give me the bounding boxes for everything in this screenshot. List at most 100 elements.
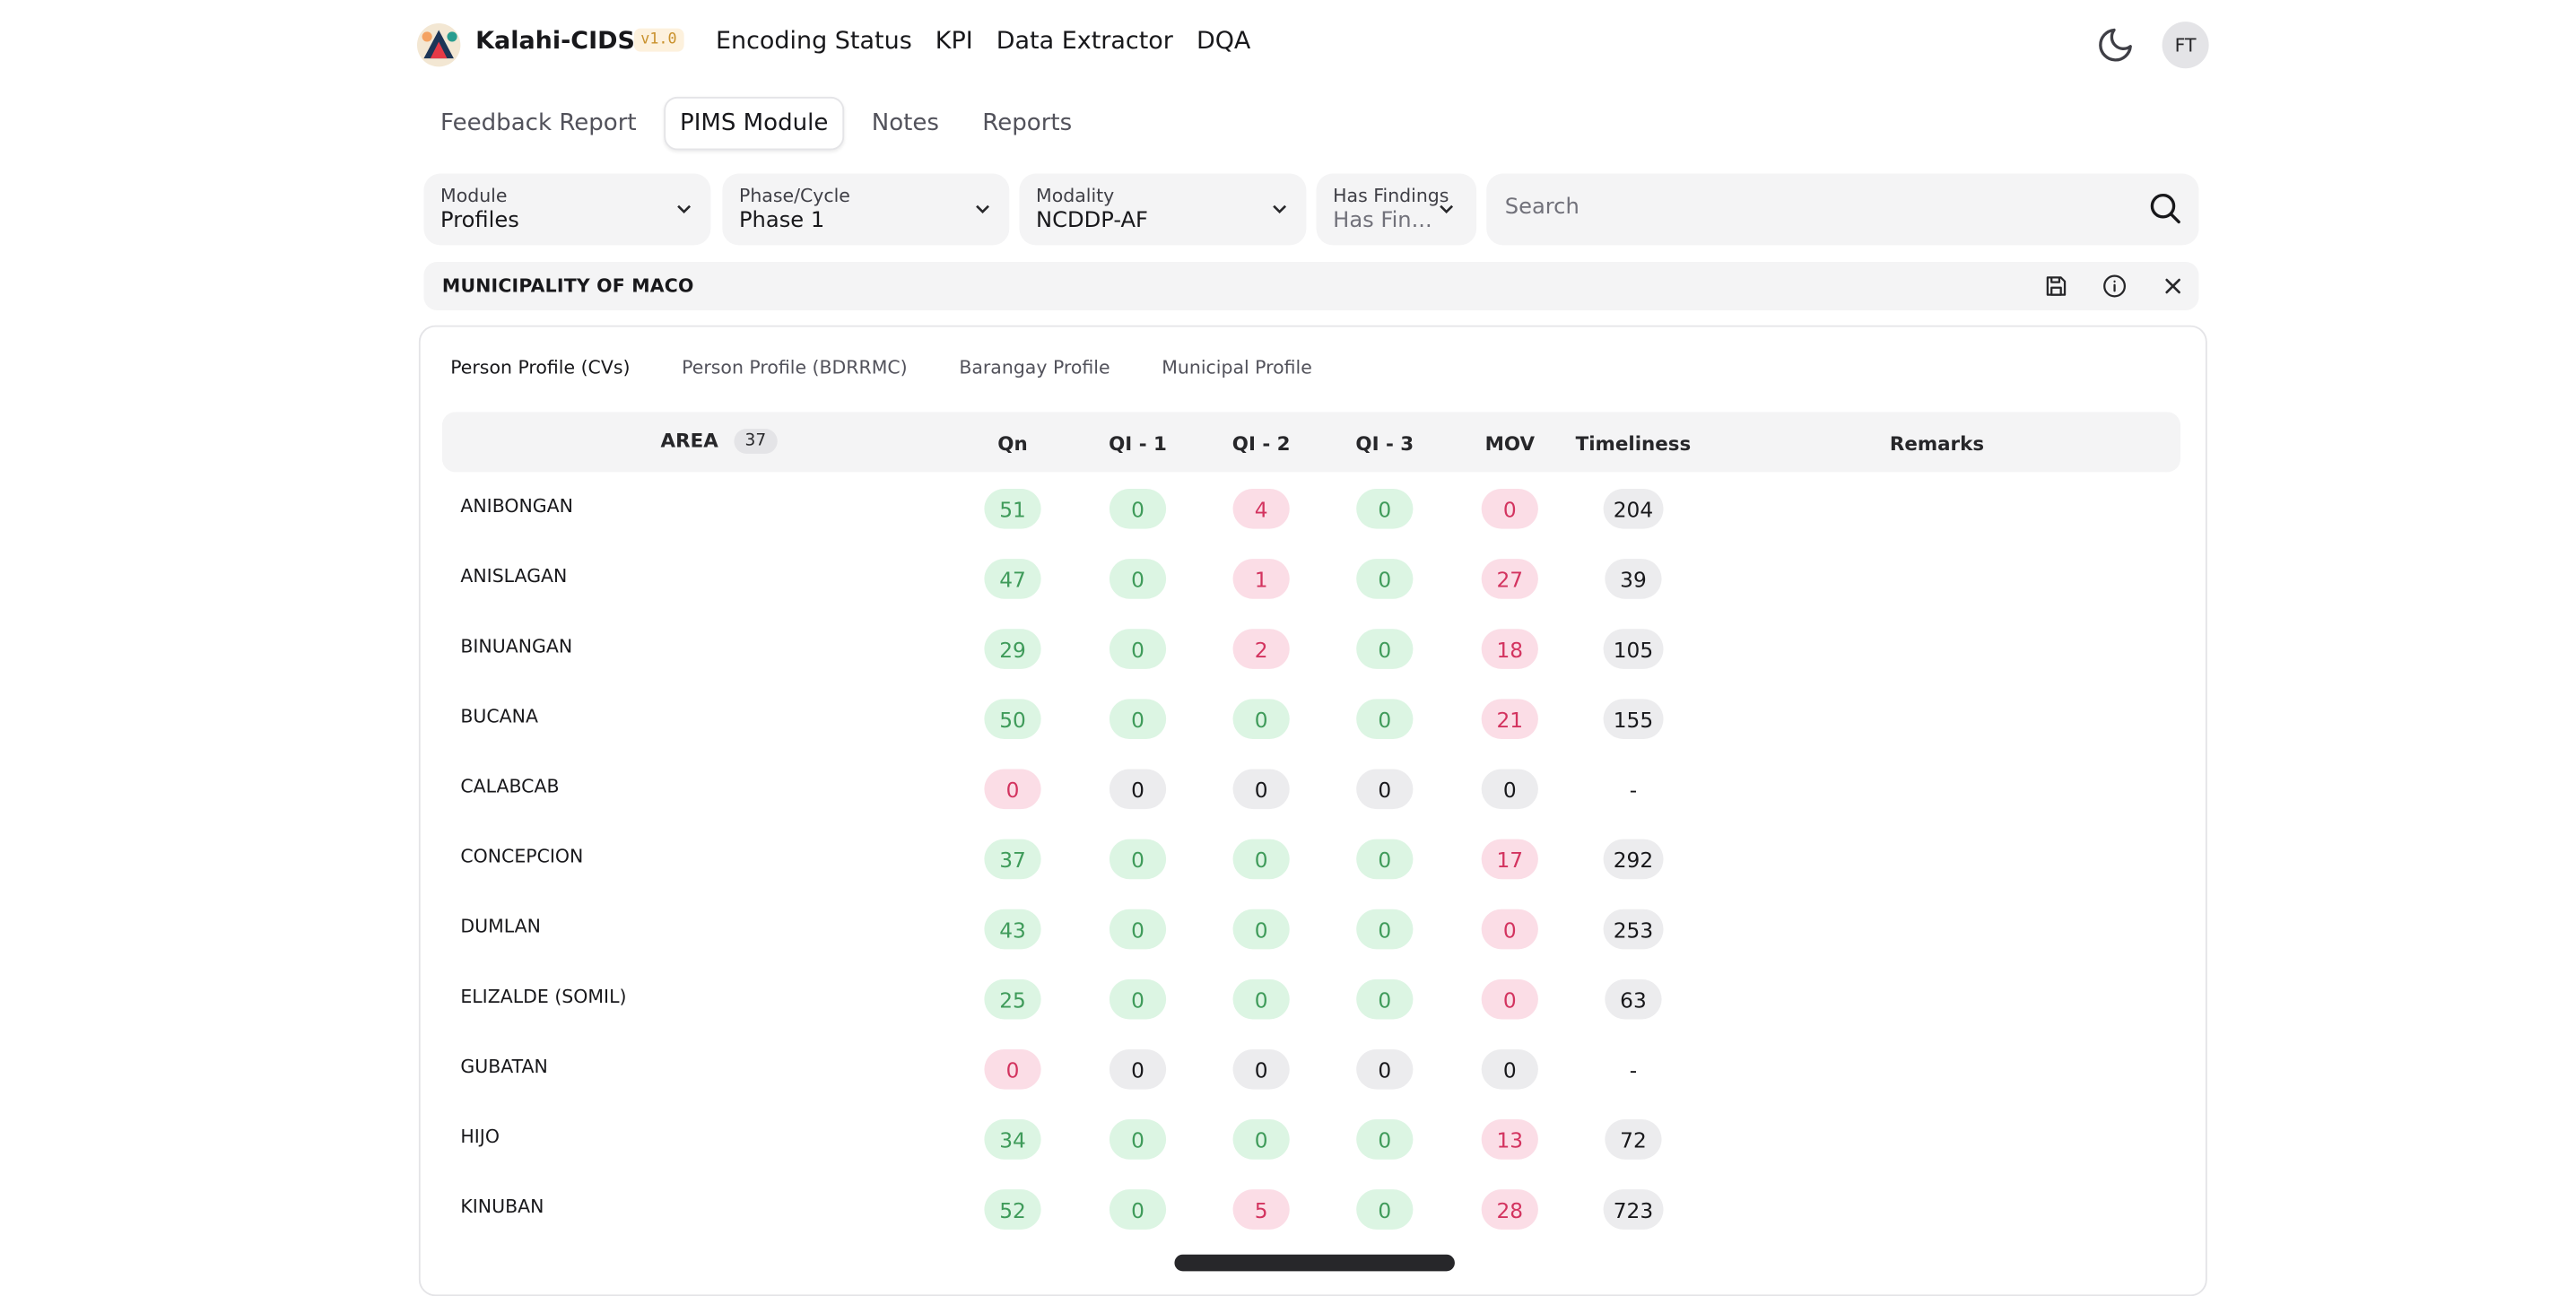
tab-barangay-profile[interactable]: Barangay Profile (959, 357, 1110, 378)
row-area-name: ANIBONGAN (460, 495, 573, 518)
cell-qi3-badge: 0 (1356, 1048, 1414, 1090)
moon-icon[interactable] (2095, 25, 2136, 65)
table-row[interactable]: KINUBAN 52 0 5 0 28 723 (442, 1173, 2180, 1243)
col-qi2[interactable]: QI - 2 (1232, 432, 1291, 456)
col-mov[interactable]: MOV (1485, 432, 1535, 456)
modality-select-value: NCDDP-AF (1036, 208, 1148, 234)
cell-qn-badge: 43 (984, 909, 1041, 950)
chevron-down-icon (677, 204, 692, 214)
cell-timeliness-badge: 105 (1603, 629, 1664, 669)
cell-mov-badge: 13 (1481, 1119, 1538, 1160)
cell-mov-badge: 0 (1481, 979, 1538, 1020)
col-area[interactable]: AREA 37 (661, 429, 779, 454)
search-placeholder: Search (1504, 195, 1580, 221)
row-area-name: BINUANGAN (460, 635, 573, 657)
tab-person-profile-bdrrmc[interactable]: Person Profile (BDRRMC) (682, 357, 908, 378)
top-navbar: Kalahi-CIDSS v1.0 Encoding Status KPI Da… (413, 20, 2215, 70)
tab-person-profile-cvs[interactable]: Person Profile (CVs) (450, 357, 630, 378)
search-input[interactable]: Search (1486, 173, 2199, 246)
table-row[interactable]: BINUANGAN 29 0 2 0 18 105 (442, 613, 2180, 683)
profile-tabs: Person Profile (CVs) Person Profile (BDR… (450, 357, 1363, 378)
user-avatar[interactable]: FT (2162, 22, 2209, 69)
cell-qi1-badge: 0 (1109, 769, 1167, 810)
version-badge: v1.0 (633, 28, 684, 52)
cell-qi1-badge: 0 (1109, 488, 1167, 529)
phase-select[interactable]: Phase/Cycle Phase 1 (722, 173, 1010, 246)
main-nav: Encoding Status KPI Data Extractor DQA (716, 29, 1250, 56)
cell-timeliness-badge: - (1629, 1057, 1638, 1083)
cell-qn-badge: 50 (984, 699, 1041, 739)
table-row[interactable]: CONCEPCION 37 0 0 0 17 292 (442, 822, 2180, 892)
nav-data-extractor[interactable]: Data Extractor (996, 29, 1173, 56)
brand-name[interactable]: Kalahi-CIDSS (475, 29, 651, 56)
row-area-name: HIJO (460, 1126, 500, 1148)
save-icon[interactable] (2044, 274, 2069, 299)
module-select[interactable]: Module Profiles (423, 173, 711, 246)
cell-qn-badge: 52 (984, 1189, 1041, 1230)
nav-dqa[interactable]: DQA (1197, 29, 1250, 56)
cell-timeliness-badge: 39 (1605, 559, 1662, 599)
cell-qn-badge: 34 (984, 1119, 1041, 1160)
cell-qi1-badge: 0 (1109, 909, 1167, 950)
cell-qi1-badge: 0 (1109, 1189, 1167, 1230)
tab-municipal-profile[interactable]: Municipal Profile (1162, 357, 1312, 378)
col-qi1[interactable]: QI - 1 (1109, 432, 1167, 456)
cell-qi2-badge: 0 (1232, 1119, 1290, 1160)
tab-feedback-report[interactable]: Feedback Report (423, 97, 653, 151)
cell-qn-badge: 0 (984, 1048, 1041, 1090)
table-row[interactable]: DUMLAN 43 0 0 0 0 253 (442, 892, 2180, 962)
table-row[interactable]: HIJO 34 0 0 0 13 72 (442, 1102, 2180, 1172)
table-row[interactable]: BUCANA 50 0 0 0 21 155 (442, 683, 2180, 752)
tab-notes[interactable]: Notes (855, 97, 955, 151)
cell-timeliness-badge: 723 (1603, 1189, 1664, 1230)
cell-qn-badge: 25 (984, 979, 1041, 1020)
row-area-name: CONCEPCION (460, 846, 584, 868)
cell-mov-badge: 0 (1481, 1048, 1538, 1090)
table-row[interactable]: CALABCAB 0 0 0 0 0 - (442, 752, 2180, 822)
floating-toolbar[interactable] (1174, 1254, 1455, 1272)
tab-pims-module[interactable]: PIMS Module (663, 96, 845, 151)
kalahi-logo-icon[interactable] (413, 22, 464, 68)
col-timeliness[interactable]: Timeliness (1576, 432, 1692, 456)
row-area-name: CALABCAB (460, 775, 560, 798)
cell-qi3-badge: 0 (1356, 1119, 1414, 1160)
cell-qi2-badge: 0 (1232, 699, 1290, 739)
table-row[interactable]: ELIZALDE (SOMIL) 25 0 0 0 0 63 (442, 962, 2180, 1032)
cell-qi3-badge: 0 (1356, 1189, 1414, 1230)
cell-qi2-badge: 0 (1232, 1048, 1290, 1090)
info-icon[interactable] (2102, 274, 2128, 299)
table-row[interactable]: ANISLAGAN 47 0 1 0 27 39 (442, 543, 2180, 613)
table-header: AREA 37 Qn QI - 1 QI - 2 QI - 3 MOV Timel… (441, 412, 2181, 473)
search-icon[interactable] (2149, 192, 2182, 225)
col-qn[interactable]: Qn (997, 432, 1027, 456)
cell-timeliness-badge: - (1629, 776, 1638, 802)
modality-select[interactable]: Modality NCDDP-AF (1019, 173, 1307, 246)
cell-qi2-badge: 2 (1232, 629, 1290, 669)
cell-qi2-badge: 0 (1232, 839, 1290, 880)
nav-kpi[interactable]: KPI (936, 29, 973, 56)
findings-select[interactable]: Has Findings Has Fin... (1316, 173, 1477, 246)
cell-timeliness-badge: 72 (1605, 1119, 1662, 1160)
table-row[interactable]: GUBATAN 0 0 0 0 0 - (442, 1032, 2180, 1102)
phase-select-label: Phase/Cycle (738, 185, 850, 207)
area-count-badge: 37 (733, 429, 779, 454)
tab-reports[interactable]: Reports (966, 97, 1089, 151)
table-row[interactable]: ANIBONGAN 51 0 4 0 0 204 (442, 472, 2180, 542)
cell-qn-badge: 29 (984, 629, 1041, 669)
cell-mov-badge: 27 (1481, 559, 1538, 599)
col-remarks[interactable]: Remarks (1890, 432, 1984, 456)
modality-select-label: Modality (1036, 185, 1115, 207)
row-area-name: BUCANA (460, 705, 538, 727)
row-area-name: ANISLAGAN (460, 565, 568, 587)
close-icon[interactable] (2161, 274, 2186, 299)
cell-qn-badge: 47 (984, 559, 1041, 599)
cell-qi1-badge: 0 (1109, 629, 1167, 669)
nav-encoding-status[interactable]: Encoding Status (716, 29, 912, 56)
cell-mov-badge: 21 (1481, 699, 1538, 739)
cell-qi3-badge: 0 (1356, 839, 1414, 880)
col-qi3[interactable]: QI - 3 (1355, 432, 1414, 456)
cell-qn-badge: 51 (984, 488, 1041, 529)
module-select-value: Profiles (440, 208, 519, 234)
cell-qi2-badge: 0 (1232, 769, 1290, 810)
cell-timeliness-badge: 253 (1603, 909, 1664, 950)
